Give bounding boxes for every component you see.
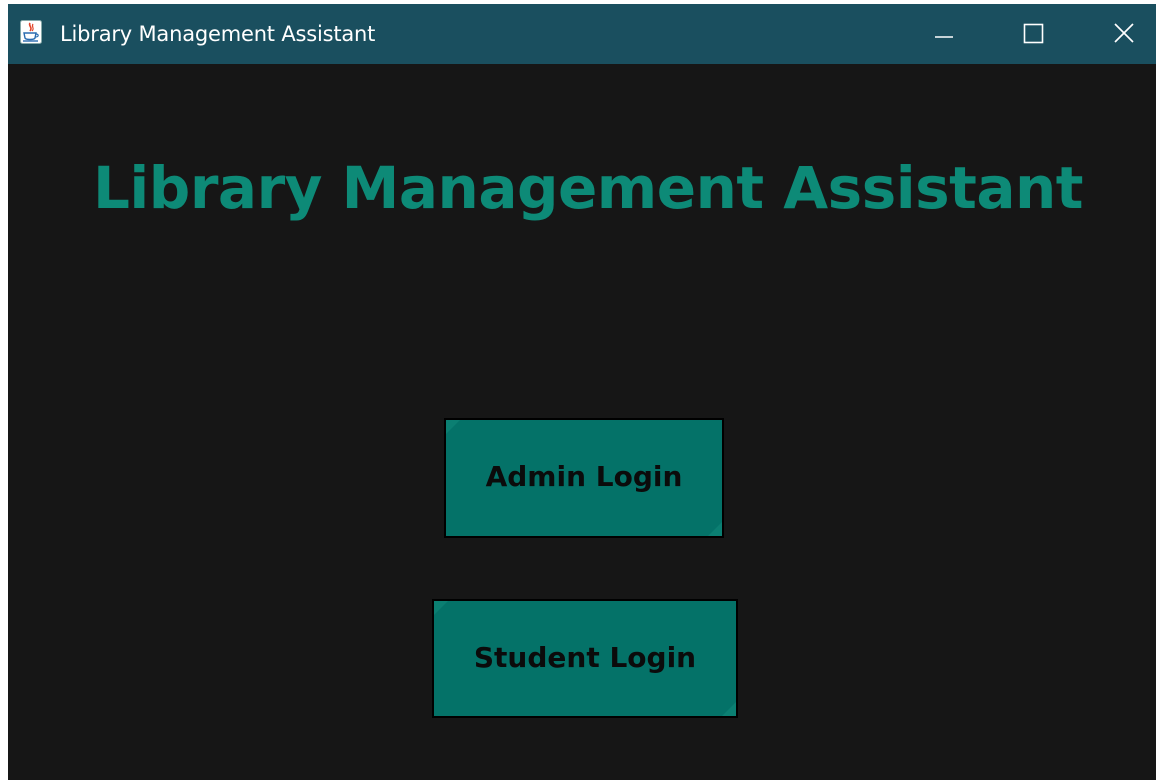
title-bar[interactable]: Library Management Assistant bbox=[8, 4, 1156, 64]
maximize-button[interactable] bbox=[988, 4, 1080, 64]
admin-login-button[interactable]: Admin Login bbox=[444, 418, 724, 538]
student-login-button[interactable]: Student Login bbox=[432, 599, 738, 718]
page-title: Library Management Assistant bbox=[92, 154, 1084, 222]
java-cup-icon bbox=[20, 20, 42, 44]
minimize-button[interactable] bbox=[898, 4, 990, 64]
close-button[interactable] bbox=[1078, 4, 1156, 64]
window-title: Library Management Assistant bbox=[60, 22, 376, 46]
app-window: Library Management Assistant Library Man… bbox=[8, 4, 1156, 780]
main-panel: Library Management Assistant Admin Login… bbox=[8, 64, 1156, 780]
